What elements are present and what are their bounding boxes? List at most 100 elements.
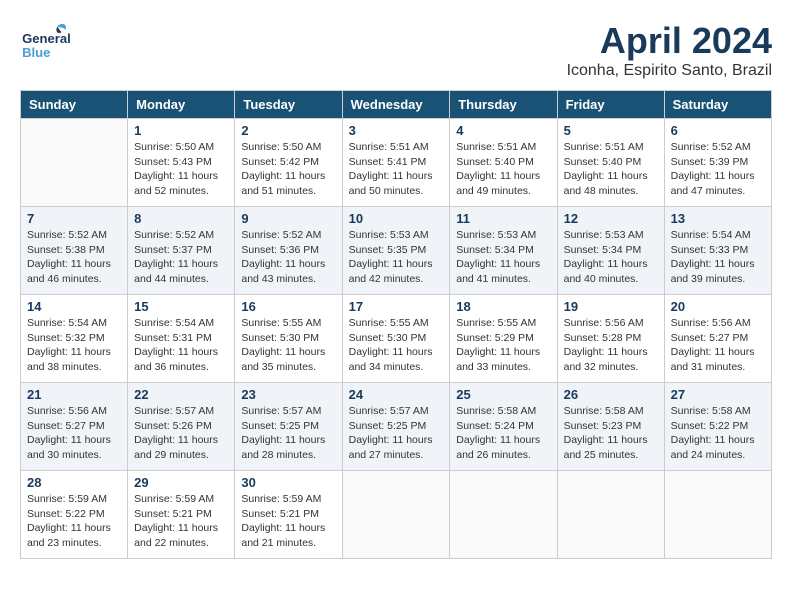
day-info: Sunrise: 5:52 AM Sunset: 5:39 PM Dayligh… bbox=[671, 140, 765, 199]
calendar-cell: 26 Sunrise: 5:58 AM Sunset: 5:23 PM Dayli… bbox=[557, 383, 664, 471]
calendar-cell bbox=[21, 119, 128, 207]
calendar-week-row: 28 Sunrise: 5:59 AM Sunset: 5:22 PM Dayli… bbox=[21, 471, 772, 559]
calendar-cell: 23 Sunrise: 5:57 AM Sunset: 5:25 PM Dayli… bbox=[235, 383, 342, 471]
day-number: 2 bbox=[241, 123, 335, 138]
day-number: 4 bbox=[456, 123, 550, 138]
calendar-week-row: 14Sunrise: 5:54 AM Sunset: 5:32 PM Dayli… bbox=[21, 295, 772, 383]
day-info: Sunrise: 5:56 AM Sunset: 5:28 PM Dayligh… bbox=[564, 316, 658, 375]
calendar-week-row: 7 Sunrise: 5:52 AM Sunset: 5:38 PM Daylig… bbox=[21, 207, 772, 295]
calendar-cell: 3Sunrise: 5:51 AM Sunset: 5:41 PM Daylig… bbox=[342, 119, 450, 207]
calendar-week-row: 21 Sunrise: 5:56 AM Sunset: 5:27 PM Dayli… bbox=[21, 383, 772, 471]
day-number: 21 bbox=[27, 387, 121, 402]
calendar-cell: 1 Sunrise: 5:50 AM Sunset: 5:43 PM Daylig… bbox=[128, 119, 235, 207]
calendar-cell: 25Sunrise: 5:58 AM Sunset: 5:24 PM Dayli… bbox=[450, 383, 557, 471]
day-info: Sunrise: 5:54 AM Sunset: 5:33 PM Dayligh… bbox=[671, 228, 765, 287]
svg-text:General: General bbox=[22, 31, 70, 46]
day-number: 28 bbox=[27, 475, 121, 490]
calendar-cell: 5 Sunrise: 5:51 AM Sunset: 5:40 PM Daylig… bbox=[557, 119, 664, 207]
column-header-friday: Friday bbox=[557, 91, 664, 119]
day-number: 14 bbox=[27, 299, 121, 314]
day-number: 26 bbox=[564, 387, 658, 402]
calendar-cell: 10 Sunrise: 5:53 AM Sunset: 5:35 PM Dayli… bbox=[342, 207, 450, 295]
calendar-cell: 20Sunrise: 5:56 AM Sunset: 5:27 PM Dayli… bbox=[664, 295, 771, 383]
day-info: Sunrise: 5:57 AM Sunset: 5:25 PM Dayligh… bbox=[349, 404, 444, 463]
calendar-table: SundayMondayTuesdayWednesdayThursdayFrid… bbox=[20, 90, 772, 559]
day-info: Sunrise: 5:53 AM Sunset: 5:34 PM Dayligh… bbox=[456, 228, 550, 287]
calendar-cell: 15 Sunrise: 5:54 AM Sunset: 5:31 PM Dayli… bbox=[128, 295, 235, 383]
day-info: Sunrise: 5:55 AM Sunset: 5:30 PM Dayligh… bbox=[349, 316, 444, 375]
day-info: Sunrise: 5:57 AM Sunset: 5:25 PM Dayligh… bbox=[241, 404, 335, 463]
calendar-cell: 4Sunrise: 5:51 AM Sunset: 5:40 PM Daylig… bbox=[450, 119, 557, 207]
calendar-cell: 2 Sunrise: 5:50 AM Sunset: 5:42 PM Daylig… bbox=[235, 119, 342, 207]
calendar-cell: 13 Sunrise: 5:54 AM Sunset: 5:33 PM Dayli… bbox=[664, 207, 771, 295]
day-number: 24 bbox=[349, 387, 444, 402]
day-info: Sunrise: 5:52 AM Sunset: 5:38 PM Dayligh… bbox=[27, 228, 121, 287]
day-info: Sunrise: 5:58 AM Sunset: 5:23 PM Dayligh… bbox=[564, 404, 658, 463]
day-number: 6 bbox=[671, 123, 765, 138]
day-info: Sunrise: 5:52 AM Sunset: 5:37 PM Dayligh… bbox=[134, 228, 228, 287]
calendar-cell bbox=[557, 471, 664, 559]
day-info: Sunrise: 5:56 AM Sunset: 5:27 PM Dayligh… bbox=[27, 404, 121, 463]
day-number: 18 bbox=[456, 299, 550, 314]
day-number: 16 bbox=[241, 299, 335, 314]
day-info: Sunrise: 5:52 AM Sunset: 5:36 PM Dayligh… bbox=[241, 228, 335, 287]
logo-icon: General Blue bbox=[20, 20, 70, 65]
day-number: 9 bbox=[241, 211, 335, 226]
day-info: Sunrise: 5:51 AM Sunset: 5:40 PM Dayligh… bbox=[564, 140, 658, 199]
title-block: April 2024 Iconha, Espirito Santo, Brazi… bbox=[567, 20, 772, 80]
day-number: 20 bbox=[671, 299, 765, 314]
day-info: Sunrise: 5:58 AM Sunset: 5:24 PM Dayligh… bbox=[456, 404, 550, 463]
calendar-cell: 8 Sunrise: 5:52 AM Sunset: 5:37 PM Daylig… bbox=[128, 207, 235, 295]
calendar-cell: 9 Sunrise: 5:52 AM Sunset: 5:36 PM Daylig… bbox=[235, 207, 342, 295]
day-number: 1 bbox=[134, 123, 228, 138]
day-number: 23 bbox=[241, 387, 335, 402]
day-number: 11 bbox=[456, 211, 550, 226]
day-info: Sunrise: 5:55 AM Sunset: 5:30 PM Dayligh… bbox=[241, 316, 335, 375]
day-info: Sunrise: 5:50 AM Sunset: 5:42 PM Dayligh… bbox=[241, 140, 335, 199]
day-info: Sunrise: 5:59 AM Sunset: 5:21 PM Dayligh… bbox=[134, 492, 228, 551]
calendar-cell: 18 Sunrise: 5:55 AM Sunset: 5:29 PM Dayli… bbox=[450, 295, 557, 383]
day-number: 15 bbox=[134, 299, 228, 314]
calendar-week-row: 1 Sunrise: 5:50 AM Sunset: 5:43 PM Daylig… bbox=[21, 119, 772, 207]
calendar-cell: 28 Sunrise: 5:59 AM Sunset: 5:22 PM Dayli… bbox=[21, 471, 128, 559]
day-info: Sunrise: 5:54 AM Sunset: 5:31 PM Dayligh… bbox=[134, 316, 228, 375]
day-number: 29 bbox=[134, 475, 228, 490]
day-number: 27 bbox=[671, 387, 765, 402]
svg-text:Blue: Blue bbox=[22, 45, 50, 60]
day-info: Sunrise: 5:58 AM Sunset: 5:22 PM Dayligh… bbox=[671, 404, 765, 463]
calendar-cell: 16 Sunrise: 5:55 AM Sunset: 5:30 PM Dayli… bbox=[235, 295, 342, 383]
column-header-thursday: Thursday bbox=[450, 91, 557, 119]
day-number: 10 bbox=[349, 211, 444, 226]
location: Iconha, Espirito Santo, Brazil bbox=[567, 62, 772, 80]
calendar-cell bbox=[342, 471, 450, 559]
day-info: Sunrise: 5:55 AM Sunset: 5:29 PM Dayligh… bbox=[456, 316, 550, 375]
day-info: Sunrise: 5:53 AM Sunset: 5:35 PM Dayligh… bbox=[349, 228, 444, 287]
calendar-cell: 17 Sunrise: 5:55 AM Sunset: 5:30 PM Dayli… bbox=[342, 295, 450, 383]
day-info: Sunrise: 5:59 AM Sunset: 5:22 PM Dayligh… bbox=[27, 492, 121, 551]
day-number: 19 bbox=[564, 299, 658, 314]
column-header-wednesday: Wednesday bbox=[342, 91, 450, 119]
day-number: 5 bbox=[564, 123, 658, 138]
day-number: 12 bbox=[564, 211, 658, 226]
day-number: 17 bbox=[349, 299, 444, 314]
day-number: 13 bbox=[671, 211, 765, 226]
day-number: 8 bbox=[134, 211, 228, 226]
calendar-header-row: SundayMondayTuesdayWednesdayThursdayFrid… bbox=[21, 91, 772, 119]
calendar-cell: 29 Sunrise: 5:59 AM Sunset: 5:21 PM Dayli… bbox=[128, 471, 235, 559]
logo: General Blue bbox=[20, 20, 70, 65]
calendar-cell: 7 Sunrise: 5:52 AM Sunset: 5:38 PM Daylig… bbox=[21, 207, 128, 295]
column-header-saturday: Saturday bbox=[664, 91, 771, 119]
day-number: 22 bbox=[134, 387, 228, 402]
column-header-monday: Monday bbox=[128, 91, 235, 119]
calendar-cell: 21 Sunrise: 5:56 AM Sunset: 5:27 PM Dayli… bbox=[21, 383, 128, 471]
calendar-cell: 12 Sunrise: 5:53 AM Sunset: 5:34 PM Dayli… bbox=[557, 207, 664, 295]
column-header-tuesday: Tuesday bbox=[235, 91, 342, 119]
month-title: April 2024 bbox=[567, 20, 772, 62]
calendar-cell: 11 Sunrise: 5:53 AM Sunset: 5:34 PM Dayli… bbox=[450, 207, 557, 295]
calendar-cell: 24 Sunrise: 5:57 AM Sunset: 5:25 PM Dayli… bbox=[342, 383, 450, 471]
calendar-cell: 27 Sunrise: 5:58 AM Sunset: 5:22 PM Dayli… bbox=[664, 383, 771, 471]
day-number: 7 bbox=[27, 211, 121, 226]
page-header: General Blue April 2024 Iconha, Espirito… bbox=[20, 20, 772, 80]
day-info: Sunrise: 5:50 AM Sunset: 5:43 PM Dayligh… bbox=[134, 140, 228, 199]
day-info: Sunrise: 5:53 AM Sunset: 5:34 PM Dayligh… bbox=[564, 228, 658, 287]
